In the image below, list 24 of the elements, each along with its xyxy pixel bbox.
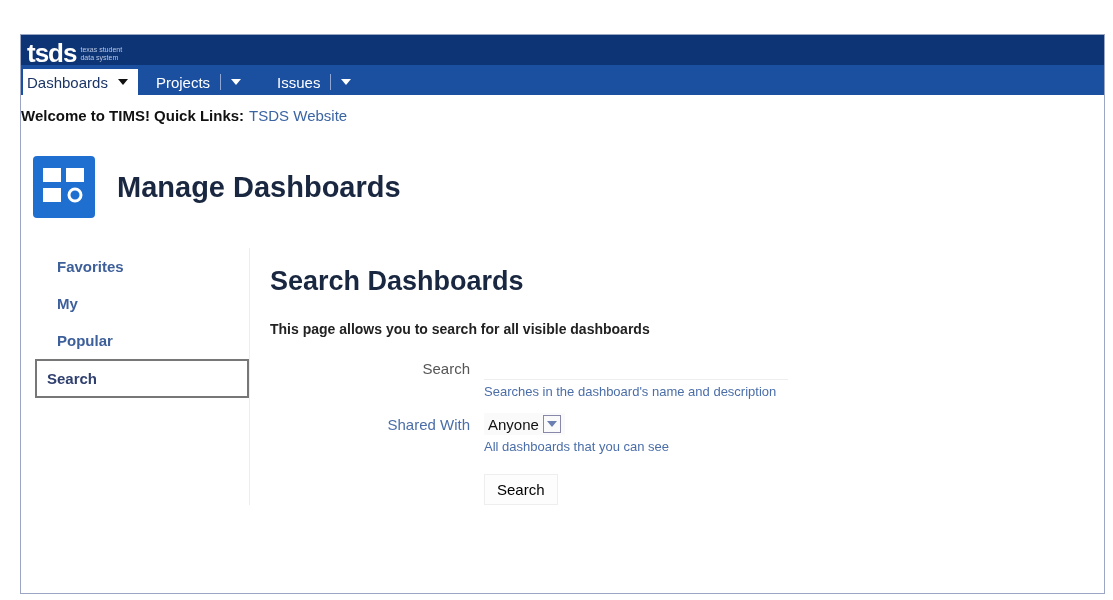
field-hint: Searches in the dashboard's name and description xyxy=(484,384,778,399)
intro-text: This page allows you to search for all visible dashboards xyxy=(270,321,651,337)
welcome-text: Welcome to TIMS! Quick Links: xyxy=(21,107,245,124)
sidebar-item[interactable]: Search xyxy=(35,359,249,398)
nav-tab[interactable]: Dashboards xyxy=(23,69,138,95)
caret-icon xyxy=(231,79,242,85)
dashboard-icon xyxy=(33,156,95,218)
field-label: Search xyxy=(421,360,470,377)
section-title: Search Dashboards xyxy=(270,266,525,297)
sidebar-item[interactable]: Popular xyxy=(37,322,249,359)
quick-link[interactable]: TSDS Website xyxy=(249,107,348,124)
shared-with-dropdown[interactable]: Anyone xyxy=(484,413,565,435)
nav-tab[interactable]: Issues xyxy=(273,69,370,95)
caret-icon xyxy=(341,79,352,85)
logo-text: tsds xyxy=(27,41,77,65)
nav-tab[interactable]: Projects xyxy=(151,69,260,95)
sidebar-item[interactable]: Favorites xyxy=(37,248,249,285)
search-button[interactable]: Search xyxy=(484,474,558,505)
field-hint: All dashboards that you can see xyxy=(484,439,670,454)
sidebar-item[interactable]: My xyxy=(37,285,249,322)
caret-icon xyxy=(117,79,128,85)
field-label: Shared With xyxy=(386,415,470,433)
page-title: Manage Dashboards xyxy=(117,170,401,204)
caret-icon xyxy=(546,421,557,427)
